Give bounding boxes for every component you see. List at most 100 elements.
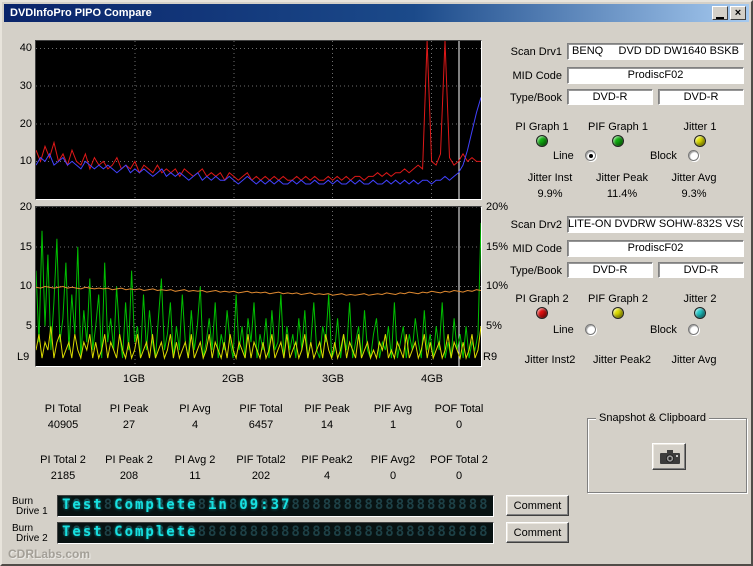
y-axis-tick-20: 20 [19, 118, 32, 130]
x-axis-tick-2gb: 2GB [221, 373, 244, 385]
stat-label: PI Avg [179, 403, 211, 415]
snapshot-camera-button[interactable] [652, 443, 686, 470]
mid-code-2-value: ProdiscF02 [567, 240, 744, 257]
jitter-avg-1-value: 9.3% [681, 188, 707, 200]
stat-label: PIF Avg2 [370, 454, 416, 466]
stat-label: PIF Total2 [236, 454, 286, 466]
corner-label-l9: L9 [17, 351, 30, 363]
burn-drive2-label: Burn Drive 2 [12, 524, 48, 544]
stat-value: 4 [323, 470, 331, 482]
pi-graph-1-led[interactable] [536, 135, 548, 147]
y-axis-tick-10: 10 [19, 155, 32, 167]
stat-value: 14 [320, 419, 334, 431]
jitter-avg-1-label: Jitter Avg [671, 172, 717, 184]
pi-graph-2-label: PI Graph 2 [515, 293, 569, 305]
stat-value: 27 [122, 419, 136, 431]
right-axis-tick-20pct: 20% [486, 201, 509, 213]
right-axis-tick-5pct: 5% [486, 320, 502, 332]
jitter-2-led[interactable] [694, 307, 706, 319]
y2-axis-tick-10: 10 [19, 280, 32, 292]
pif-graph-2-label: PIF Graph 2 [588, 293, 648, 305]
stat-label: POF Total 2 [430, 454, 488, 466]
minimize-button[interactable] [712, 6, 728, 20]
stat-value: 1 [389, 419, 397, 431]
stat-value: 6457 [248, 419, 274, 431]
stat-value: 2185 [50, 470, 76, 482]
stat-label: PIF Peak [304, 403, 350, 415]
jitter-inst-1-value: 9.9% [537, 188, 563, 200]
type-book-2-label: Type/Book [510, 265, 562, 277]
burn-drive1-line2: Drive 1 [16, 506, 48, 517]
pif-jitter-chart [35, 206, 482, 367]
drive2-line-label: Line [553, 324, 574, 336]
drive2-status-text: Test Complete [62, 524, 198, 540]
pif-graph-2-led[interactable] [612, 307, 624, 319]
jitter-peak-1-value: 11.4% [606, 188, 638, 200]
book-2-value: DVD-R [658, 262, 744, 278]
stat-value: 208 [119, 470, 139, 482]
y-axis-tick-30: 30 [19, 80, 32, 92]
pi-graph-1-label: PI Graph 1 [515, 121, 569, 133]
stat-label: PI Avg 2 [174, 454, 216, 466]
stat-label: PI Total 2 [40, 454, 86, 466]
stat-value: 0 [455, 470, 463, 482]
burn-drive1-label: Burn Drive 1 [12, 497, 48, 517]
scan-drv2-label: Scan Drv2 [510, 219, 562, 231]
stat-value: 202 [251, 470, 271, 482]
y2-axis-tick-5: 5 [25, 320, 32, 332]
scan-drv1-value: BENQ DVD DD DW1640 BSKB [567, 43, 744, 60]
title-bar[interactable]: DVDInfoPro PIPO Compare × [4, 4, 749, 22]
drive1-block-radio[interactable] [688, 150, 699, 161]
minimize-icon [716, 16, 724, 19]
camera-icon [659, 449, 680, 465]
pif-graph-1-label: PIF Graph 1 [588, 121, 648, 133]
stat-label: PI Peak 2 [105, 454, 153, 466]
type-1-value: DVD-R [567, 89, 653, 105]
x-axis-tick-1gb: 1GB [122, 373, 145, 385]
stat-value: 0 [389, 470, 397, 482]
y-axis-tick-40: 40 [19, 42, 32, 54]
close-icon: × [734, 6, 742, 19]
pi-graph-2-led[interactable] [536, 307, 548, 319]
jitter-1-label: Jitter 1 [683, 121, 717, 133]
jitter-avg-2-label: Jitter Avg [671, 354, 717, 366]
jitter-inst-1-label: Jitter Inst [527, 172, 573, 184]
y2-axis-tick-15: 15 [19, 241, 32, 253]
stats-row2-labels: PI Total 2 PI Peak 2 PI Avg 2 PIF Total2… [30, 454, 496, 466]
drive1-comment-button[interactable]: Comment [506, 495, 569, 516]
drive1-status-text: Test Complete in 09:37 [62, 497, 292, 513]
stat-label: PIF Total [239, 403, 283, 415]
drive2-block-label: Block [650, 324, 677, 336]
jitter-1-led[interactable] [694, 135, 706, 147]
x-axis-tick-3gb: 3GB [321, 373, 344, 385]
stats-row1-values: 40905 27 4 6457 14 1 0 [30, 419, 496, 431]
type-book-1-label: Type/Book [510, 92, 562, 104]
drive1-block-label: Block [650, 150, 677, 162]
close-button[interactable]: × [730, 6, 746, 20]
window-title: DVDInfoPro PIPO Compare [10, 7, 152, 19]
mid-code-1-value: ProdiscF02 [567, 67, 744, 84]
corner-label-r9: R9 [483, 351, 498, 363]
stat-value: 40905 [47, 419, 79, 431]
drive2-block-radio[interactable] [688, 324, 699, 335]
y2-axis-tick-20: 20 [19, 201, 32, 213]
drive1-line-radio[interactable] [585, 150, 596, 161]
scan-drv2-value: LITE-ON DVDRW SOHW-832S VS0 [567, 216, 744, 233]
stat-value: 4 [191, 419, 199, 431]
x-axis-tick-4gb: 4GB [420, 373, 443, 385]
jitter-peak-1-label: Jitter Peak [596, 172, 648, 184]
stat-label: PIF Avg [373, 403, 413, 415]
jitter-peak-2-label: Jitter Peak2 [592, 354, 652, 366]
drive2-line-radio[interactable] [585, 324, 596, 335]
right-axis-tick-10pct: 10% [486, 280, 509, 292]
drive1-status-display: Test Complete in 09:37 [57, 495, 494, 517]
jitter-2-label: Jitter 2 [683, 293, 717, 305]
stat-label: PIF Peak2 [301, 454, 353, 466]
stat-value: 11 [189, 470, 201, 482]
stats-row1-labels: PI Total PI Peak PI Avg PIF Total PIF Pe… [30, 403, 496, 415]
pif-graph-1-led[interactable] [612, 135, 624, 147]
mid-code-2-label: MID Code [512, 243, 562, 255]
jitter-inst-2-label: Jitter Inst2 [524, 354, 576, 366]
drive2-status-display: Test Complete [57, 522, 494, 544]
drive2-comment-button[interactable]: Comment [506, 522, 569, 543]
